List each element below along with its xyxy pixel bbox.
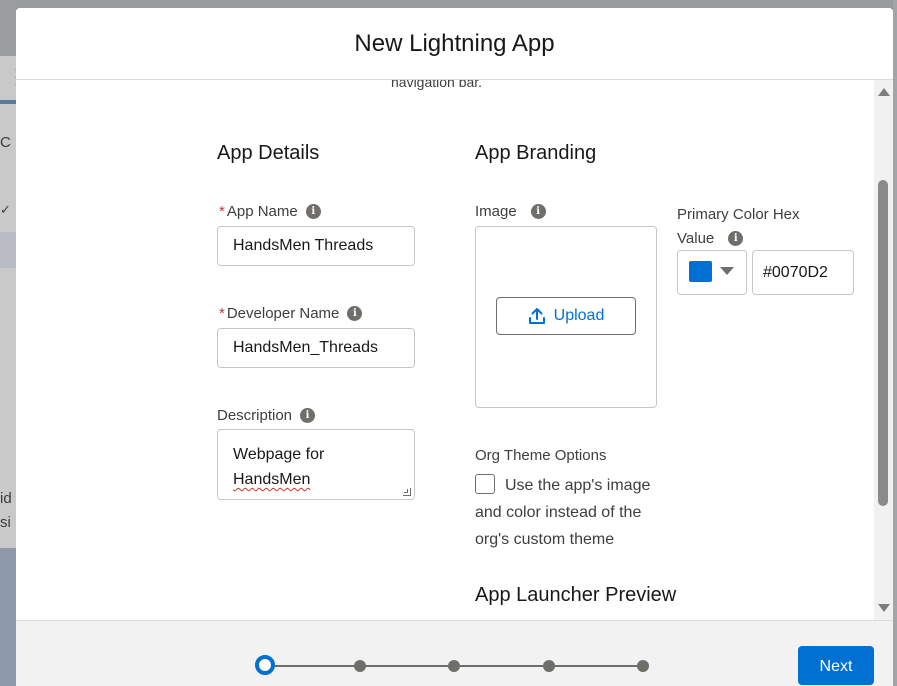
app-branding-heading: App Branding <box>475 142 597 164</box>
resize-handle[interactable] <box>403 488 411 496</box>
background-right-edge <box>893 0 897 686</box>
modal-footer: Next <box>16 620 893 686</box>
app-name-label-text: App Name <box>226 203 298 220</box>
info-icon[interactable]: i <box>347 306 363 321</box>
info-icon[interactable]: i <box>300 408 316 423</box>
progress-step-4[interactable] <box>543 660 555 672</box>
description-line-1: Webpage for <box>233 446 325 463</box>
app-name-input[interactable]: HandsMen Threads <box>217 226 415 266</box>
upload-button[interactable]: Upload <box>496 297 636 335</box>
primary-color-label: Primary Color Hex Value i <box>677 203 800 251</box>
scroll-up-arrow-icon[interactable] <box>878 88 890 96</box>
background-nav-underline <box>0 100 16 104</box>
color-picker-button[interactable] <box>677 250 747 295</box>
modal-header: New Lightning App <box>16 8 893 80</box>
next-button[interactable]: Next <box>798 646 874 685</box>
background-highlight-row <box>0 232 16 268</box>
app-name-label: * App Name i <box>219 203 321 220</box>
progress-step-1[interactable] <box>255 655 275 675</box>
app-launcher-preview-heading: App Launcher Preview <box>475 584 677 606</box>
new-lightning-app-modal: New Lightning App navigation bar. App De… <box>16 8 893 686</box>
upload-icon <box>528 308 545 324</box>
background-text-fragment-2: si <box>0 514 11 531</box>
description-line-2: HandsMen <box>233 471 311 488</box>
developer-name-label-text: Developer Name <box>226 305 340 322</box>
background-lower-panel <box>0 548 16 686</box>
primary-color-label-line1: Primary Color Hex <box>677 206 800 223</box>
primary-color-label-line2: Value <box>677 230 715 247</box>
primary-color-hex-input[interactable]: #0070D2 <box>752 250 854 295</box>
developer-name-input[interactable]: HandsMen_Threads <box>217 328 415 368</box>
background-check-icon: ✓ <box>0 202 11 217</box>
image-drop-zone[interactable]: Upload <box>475 226 657 408</box>
progress-step-5[interactable] <box>637 660 649 672</box>
modal-body[interactable]: navigation bar. App Details * App Name i H… <box>16 80 893 620</box>
chevron-down-icon <box>720 267 734 275</box>
background-search-fragment: C <box>0 134 11 151</box>
info-icon[interactable]: i <box>530 204 546 219</box>
background-text-fragment-1: id <box>0 490 12 507</box>
modal-title: New Lightning App <box>354 30 555 57</box>
required-marker: * <box>219 203 225 220</box>
background-left-content <box>0 56 16 548</box>
upload-button-label: Upload <box>553 307 605 324</box>
description-label: Description i <box>217 407 316 424</box>
scroll-down-arrow-icon[interactable] <box>878 604 890 612</box>
progress-step-2[interactable] <box>354 660 366 672</box>
image-label: Image i <box>475 203 546 220</box>
image-label-text: Image <box>475 203 517 220</box>
color-swatch <box>689 261 712 282</box>
info-icon[interactable]: i <box>305 204 321 219</box>
scrollbar-thumb[interactable] <box>878 180 888 506</box>
developer-name-label: * Developer Name i <box>219 305 363 322</box>
org-theme-checkbox-label: Use the app's image and color instead of… <box>475 477 651 548</box>
description-textarea[interactable]: Webpage for HandsMen <box>217 429 415 500</box>
clipped-description-text: navigation bar. <box>391 80 483 90</box>
required-marker: * <box>219 305 225 322</box>
org-theme-label: Org Theme Options <box>475 447 607 464</box>
progress-step-3[interactable] <box>448 660 460 672</box>
app-details-heading: App Details <box>217 142 320 164</box>
info-icon[interactable]: i <box>728 231 744 246</box>
org-theme-checkbox[interactable] <box>475 474 495 494</box>
background-top-strip <box>0 0 897 8</box>
description-label-text: Description <box>217 407 293 424</box>
